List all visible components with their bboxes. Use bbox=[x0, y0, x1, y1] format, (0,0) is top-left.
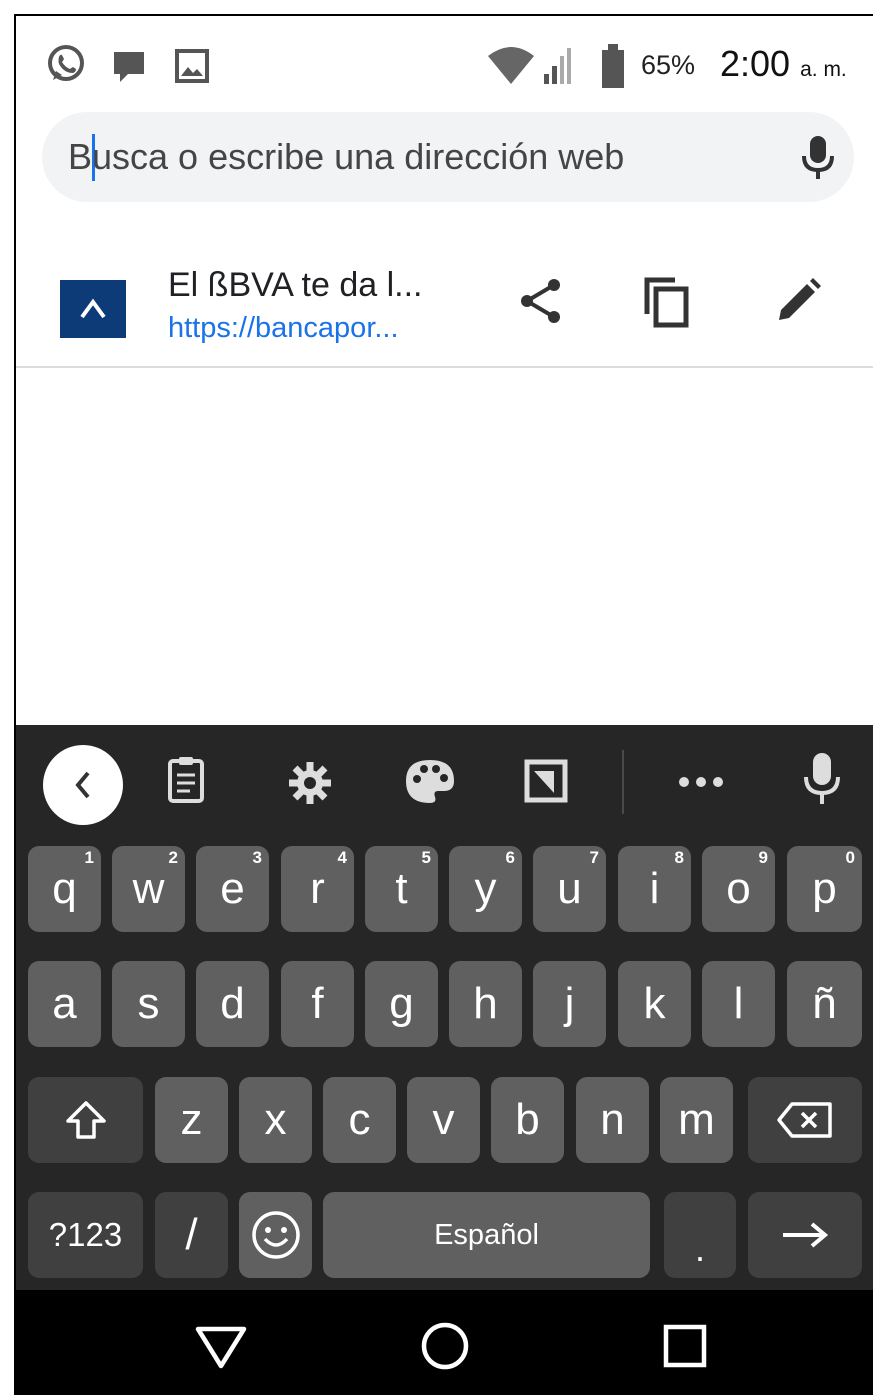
key-h[interactable]: h bbox=[449, 961, 522, 1047]
key-w[interactable]: w2 bbox=[112, 846, 185, 932]
key-label: p bbox=[812, 864, 837, 913]
key-e[interactable]: e3 bbox=[196, 846, 269, 932]
key-j[interactable]: j bbox=[533, 961, 606, 1047]
key-l[interactable]: l bbox=[702, 961, 775, 1047]
keyboard: q1 w2 e3 r4 t5 y6 u7 i8 o9 p0 a s d f g … bbox=[16, 725, 873, 1290]
voice-search-icon[interactable] bbox=[800, 134, 836, 187]
image-icon bbox=[174, 48, 212, 89]
keyboard-mic-icon[interactable] bbox=[802, 751, 842, 812]
message-icon bbox=[112, 50, 148, 89]
key-s[interactable]: s bbox=[112, 961, 185, 1047]
key-a[interactable]: a bbox=[28, 961, 101, 1047]
edit-icon[interactable] bbox=[771, 274, 825, 333]
key-label: y bbox=[474, 864, 497, 913]
key-c[interactable]: c bbox=[323, 1077, 396, 1163]
key-m[interactable]: m bbox=[660, 1077, 733, 1163]
emoji-key[interactable] bbox=[239, 1192, 312, 1278]
battery-percent: 65% bbox=[641, 50, 696, 80]
backspace-icon bbox=[777, 1102, 832, 1138]
key-v[interactable]: v bbox=[407, 1077, 480, 1163]
recent-apps-square-icon[interactable] bbox=[662, 1323, 708, 1374]
key-hint: 5 bbox=[421, 848, 431, 867]
symbols-key[interactable]: ?123 bbox=[28, 1192, 143, 1278]
site-favicon bbox=[60, 280, 126, 338]
key-label: t bbox=[395, 864, 408, 913]
keyboard-back-button[interactable] bbox=[43, 745, 123, 825]
key-z[interactable]: z bbox=[155, 1077, 228, 1163]
one-handed-mode-icon[interactable] bbox=[524, 759, 570, 808]
key-label: o bbox=[726, 864, 751, 913]
key-label: w bbox=[132, 864, 165, 913]
key-label: r bbox=[310, 864, 325, 913]
key-hint: 1 bbox=[84, 848, 94, 867]
omnibox[interactable] bbox=[42, 112, 854, 202]
navigation-bar bbox=[16, 1290, 873, 1395]
key-b[interactable]: b bbox=[491, 1077, 564, 1163]
key-i[interactable]: i8 bbox=[618, 846, 691, 932]
period-key[interactable]: . bbox=[664, 1192, 736, 1278]
status-bar: 65% 2:00 a. m. bbox=[16, 16, 873, 114]
key-label: u bbox=[557, 864, 582, 913]
key-k[interactable]: k bbox=[618, 961, 691, 1047]
key-u[interactable]: u7 bbox=[533, 846, 606, 932]
copy-icon[interactable] bbox=[641, 274, 695, 335]
key-label: i bbox=[649, 864, 660, 913]
clock-time: 2:00 bbox=[720, 43, 791, 84]
backspace-key[interactable] bbox=[748, 1077, 862, 1163]
suggestion-url: https://bancapor... bbox=[168, 312, 399, 344]
more-options-icon[interactable] bbox=[676, 775, 726, 794]
key-n[interactable]: n bbox=[576, 1077, 649, 1163]
key-f[interactable]: f bbox=[281, 961, 354, 1047]
key-hint: 8 bbox=[674, 848, 684, 867]
enter-key[interactable] bbox=[748, 1192, 862, 1278]
key-g[interactable]: g bbox=[365, 961, 438, 1047]
shift-icon bbox=[65, 1101, 106, 1139]
key-q[interactable]: q1 bbox=[28, 846, 101, 932]
suggestion-row[interactable]: El ßBVA te da l... https://bancapor... bbox=[16, 226, 873, 368]
key-label: e bbox=[220, 864, 245, 913]
key-t[interactable]: t5 bbox=[365, 846, 438, 932]
shift-key[interactable] bbox=[28, 1077, 143, 1163]
key-hint: 9 bbox=[758, 848, 768, 867]
key-hint: 6 bbox=[505, 848, 515, 867]
key-p[interactable]: p0 bbox=[787, 846, 862, 932]
key-hint: 3 bbox=[252, 848, 262, 867]
clock-ampm: a. m. bbox=[800, 58, 847, 81]
key-hint: 0 bbox=[845, 848, 855, 867]
key-hint: 7 bbox=[589, 848, 599, 867]
theme-palette-icon[interactable] bbox=[404, 757, 456, 810]
whatsapp-icon bbox=[44, 42, 88, 91]
clock: 2:00 a. m. bbox=[720, 43, 847, 85]
key-o[interactable]: o9 bbox=[702, 846, 775, 932]
suggestion-title: El ßBVA te da l... bbox=[168, 266, 423, 304]
key-n-tilde[interactable]: ñ bbox=[787, 961, 862, 1047]
settings-gear-icon[interactable] bbox=[286, 759, 334, 812]
key-x[interactable]: x bbox=[239, 1077, 312, 1163]
wifi-icon bbox=[486, 44, 536, 93]
key-d[interactable]: d bbox=[196, 961, 269, 1047]
chevron-left-icon bbox=[75, 771, 90, 799]
key-label: q bbox=[52, 864, 77, 913]
key-y[interactable]: y6 bbox=[449, 846, 522, 932]
key-hint: 2 bbox=[168, 848, 178, 867]
share-icon[interactable] bbox=[514, 274, 568, 333]
key-hint: 4 bbox=[337, 848, 347, 867]
period-label: . bbox=[694, 1228, 705, 1269]
toolbar-divider bbox=[622, 750, 624, 814]
slash-key[interactable]: / bbox=[155, 1192, 228, 1278]
back-triangle-icon[interactable] bbox=[194, 1324, 248, 1375]
arrow-right-icon bbox=[783, 1222, 829, 1248]
space-key[interactable]: Español bbox=[323, 1192, 650, 1278]
clipboard-icon[interactable] bbox=[166, 755, 206, 810]
emoji-icon bbox=[251, 1211, 300, 1259]
signal-icon bbox=[542, 44, 582, 93]
battery-icon bbox=[598, 42, 628, 95]
home-circle-icon[interactable] bbox=[419, 1320, 471, 1377]
address-input[interactable] bbox=[68, 112, 758, 202]
phone-screen: 65% 2:00 a. m. El ßBVA te da l... https:… bbox=[14, 14, 873, 1395]
key-r[interactable]: r4 bbox=[281, 846, 354, 932]
